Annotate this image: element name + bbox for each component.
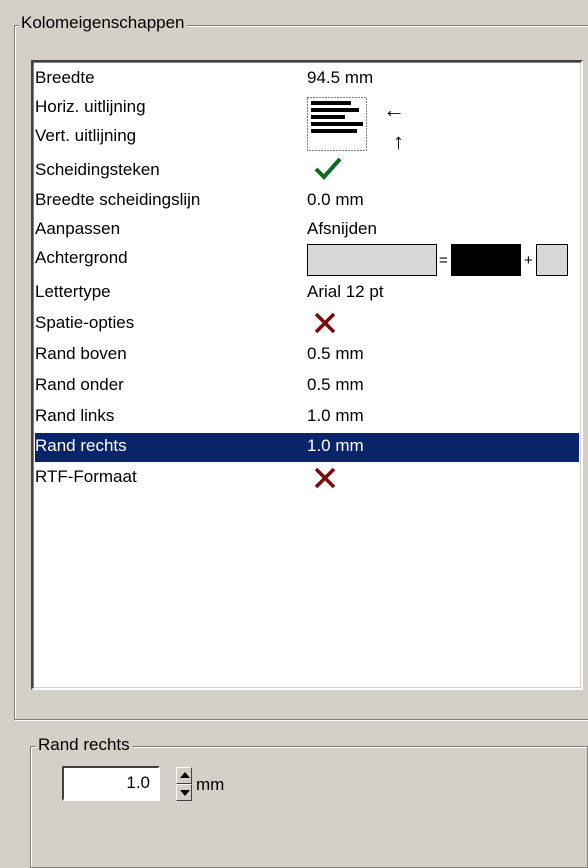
background-base-swatch[interactable] — [307, 244, 437, 276]
property-row-rtf-format[interactable]: RTF-Formaat — [35, 465, 579, 492]
property-value: Arial 12 pt — [307, 282, 384, 301]
property-row-background[interactable]: Achtergrond = + — [35, 244, 579, 276]
plus-sign: + — [524, 252, 533, 269]
property-value: 0.5 mm — [307, 375, 364, 394]
background-result-swatch[interactable] — [536, 244, 568, 276]
property-label: Breedte scheidingslijn — [35, 190, 201, 209]
property-label: Achtergrond — [35, 248, 128, 267]
right-border-group — [30, 746, 588, 868]
equals-sign: = — [439, 252, 448, 269]
unit-label: mm — [196, 775, 225, 794]
property-label: Spatie-opties — [35, 313, 135, 332]
cross-icon — [313, 467, 337, 489]
property-label: Horiz. uitlijning — [35, 97, 146, 116]
column-properties-list[interactable]: Breedte 94.5 mm Horiz. uitlijning Vert. … — [31, 60, 583, 690]
property-row-border-left[interactable]: Rand links 1.0 mm — [35, 404, 579, 431]
property-label: Rand links — [35, 406, 115, 425]
property-row-fit[interactable]: Aanpassen Afsnijden — [35, 217, 579, 244]
right-border-input[interactable]: 1.0 — [62, 766, 160, 801]
property-value: 1.0 mm — [307, 406, 364, 425]
arrow-left-icon: ← — [383, 97, 405, 122]
property-row-border-bottom[interactable]: Rand onder 0.5 mm — [35, 373, 579, 400]
property-label: RTF-Formaat — [35, 467, 137, 486]
property-row-border-right[interactable]: Rand rechts 1.0 mm — [35, 433, 579, 462]
property-label: Rand onder — [35, 375, 124, 394]
property-row-border-top[interactable]: Rand boven 0.5 mm — [35, 342, 579, 369]
property-label: Scheidingsteken — [35, 160, 160, 179]
property-row-spacing-options[interactable]: Spatie-opties — [35, 311, 579, 338]
column-properties-title: Kolomeigenschappen — [19, 13, 187, 33]
property-label: Rand rechts — [35, 436, 127, 455]
right-border-title: Rand rechts — [36, 735, 132, 755]
spin-up-button[interactable] — [176, 767, 192, 784]
checkmark-icon — [313, 156, 343, 182]
arrow-up-icon: ↑ — [393, 129, 404, 154]
property-value: 94.5 mm — [307, 68, 374, 87]
property-value: 0.0 mm — [307, 190, 364, 209]
right-border-value: 1.0 — [126, 773, 150, 792]
property-value: Afsnijden — [307, 219, 377, 238]
spin-down-button[interactable] — [176, 784, 192, 801]
background-overlay-swatch[interactable] — [451, 244, 521, 276]
property-row-separator-width[interactable]: Breedte scheidingslijn 0.0 mm — [35, 188, 579, 215]
property-row-font[interactable]: Lettertype Arial 12 pt — [35, 280, 579, 307]
property-value: 0.5 mm — [307, 344, 364, 363]
property-row-separator[interactable]: Scheidingsteken — [35, 156, 579, 185]
property-label: Lettertype — [35, 282, 111, 301]
alignment-icon[interactable] — [307, 97, 367, 151]
property-label: Breedte — [35, 68, 95, 87]
property-value: 1.0 mm — [307, 436, 364, 455]
property-label: Vert. uitlijning — [35, 126, 137, 145]
property-label: Rand boven — [35, 344, 127, 363]
property-label: Aanpassen — [35, 219, 121, 238]
cross-icon — [313, 312, 337, 334]
property-row-breedte[interactable]: Breedte 94.5 mm — [35, 66, 579, 93]
